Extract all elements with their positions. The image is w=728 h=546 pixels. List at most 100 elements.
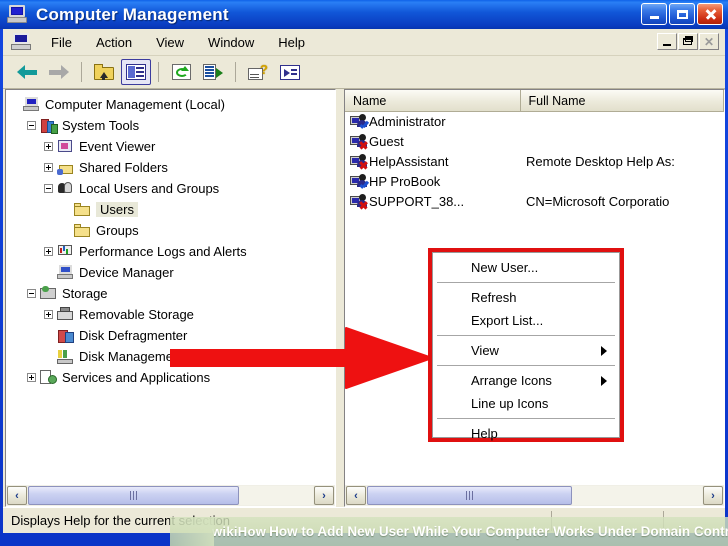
tree-horizontal-scrollbar[interactable]: ‹ › xyxy=(6,485,335,506)
tree-item-device-manager[interactable]: Device Manager xyxy=(10,262,335,283)
window-controls xyxy=(641,3,723,25)
tree-item-system-tools[interactable]: System Tools xyxy=(10,115,335,136)
tree-item-label: Disk Management xyxy=(79,349,184,364)
services-apps-icon xyxy=(40,370,57,385)
expand-icon[interactable] xyxy=(44,142,53,151)
console-tree[interactable]: Computer Management (Local) System Tools E… xyxy=(6,90,335,484)
tree-scroll-right-button[interactable]: › xyxy=(314,486,334,505)
user-disabled-icon xyxy=(350,193,367,209)
maximize-button[interactable] xyxy=(669,3,695,25)
disk-defrag-icon xyxy=(57,328,74,343)
export-list-button[interactable] xyxy=(198,59,228,85)
table-row[interactable]: SUPPORT_38... CN=Microsoft Corporatio xyxy=(345,191,724,211)
expand-icon[interactable] xyxy=(27,373,36,382)
tree-item-event-viewer[interactable]: Event Viewer xyxy=(10,136,335,157)
context-menu-item-line-up-icons[interactable]: Line up Icons xyxy=(433,392,619,415)
tree-item-shared-folders[interactable]: Shared Folders xyxy=(10,157,335,178)
close-button[interactable] xyxy=(697,3,723,25)
tree-item-users[interactable]: Users xyxy=(10,199,335,220)
menu-item-file[interactable]: File xyxy=(39,32,84,53)
collapse-icon[interactable] xyxy=(27,289,36,298)
context-menu-item-help[interactable]: Help xyxy=(433,422,619,445)
red-highlight-box: New User... Refresh Export List... View Arra… xyxy=(428,248,624,442)
list-scroll-track[interactable] xyxy=(367,486,702,505)
context-menu-item-view[interactable]: View xyxy=(433,339,619,362)
table-row[interactable]: HelpAssistant Remote Desktop Help As: xyxy=(345,151,724,171)
tree-item-label: Shared Folders xyxy=(79,160,168,175)
list-item-full-name: CN=Microsoft Corporatio xyxy=(526,193,670,209)
performance-logs-icon xyxy=(57,244,74,259)
context-menu-item-label: Refresh xyxy=(471,290,517,305)
export-list-icon xyxy=(203,64,223,80)
mdi-child-controls: ✕ xyxy=(657,33,719,50)
folder-icon xyxy=(74,202,91,217)
collapse-icon[interactable] xyxy=(44,184,53,193)
menu-item-view[interactable]: View xyxy=(144,32,196,53)
tree-item-performance-logs-and-alerts[interactable]: Performance Logs and Alerts xyxy=(10,241,335,262)
list-scroll-thumb[interactable] xyxy=(367,486,572,505)
context-menu-item-arrange-icons[interactable]: Arrange Icons xyxy=(433,369,619,392)
disabled-x-icon xyxy=(359,161,367,169)
expand-icon[interactable] xyxy=(44,163,53,172)
tree-item-groups[interactable]: Groups xyxy=(10,220,335,241)
tree-item-storage[interactable]: Storage xyxy=(10,283,335,304)
list-horizontal-scrollbar[interactable]: ‹ › xyxy=(345,485,724,506)
tree-scroll-track[interactable] xyxy=(28,486,313,505)
refresh-button[interactable] xyxy=(166,59,196,85)
tree-item-local-users-and-groups[interactable]: Local Users and Groups xyxy=(10,178,335,199)
tree-item-label: Storage xyxy=(62,286,108,301)
table-row[interactable]: Administrator xyxy=(345,111,724,131)
tree-scroll-thumb[interactable] xyxy=(28,486,239,505)
list-cell-name: Administrator xyxy=(350,113,526,129)
collapse-icon[interactable] xyxy=(27,121,36,130)
toolbar-separator xyxy=(158,62,159,82)
list-item-name: Guest xyxy=(369,133,404,149)
tree-item-computer-management-local[interactable]: Computer Management (Local) xyxy=(10,94,335,115)
storage-icon xyxy=(40,286,57,301)
tree-scroll-left-button[interactable]: ‹ xyxy=(7,486,27,505)
expand-icon[interactable] xyxy=(44,310,53,319)
mdi-close-button[interactable]: ✕ xyxy=(699,33,719,50)
watermark-title: How to Add New User While Your Computer … xyxy=(269,524,728,539)
maximize-icon xyxy=(676,9,688,19)
run-button[interactable] xyxy=(275,59,305,85)
context-menu-item-new-user[interactable]: New User... xyxy=(433,256,619,279)
help-button[interactable]: ? xyxy=(243,59,273,85)
table-row[interactable]: HP ProBook xyxy=(345,171,724,191)
menu-item-window[interactable]: Window xyxy=(196,32,266,53)
toolbar-separator xyxy=(81,62,82,82)
minimize-button[interactable] xyxy=(641,3,667,25)
context-menu[interactable]: New User... Refresh Export List... View Arra… xyxy=(432,252,620,441)
forward-button[interactable] xyxy=(44,59,74,85)
toolbar-separator xyxy=(235,62,236,82)
context-menu-item-export-list[interactable]: Export List... xyxy=(433,309,619,332)
back-button[interactable] xyxy=(12,59,42,85)
column-header-name[interactable]: Name xyxy=(345,90,521,111)
watermark-fade xyxy=(170,517,214,546)
context-menu-item-refresh[interactable]: Refresh xyxy=(433,286,619,309)
mdi-minimize-button[interactable] xyxy=(657,33,677,50)
list-scroll-right-button[interactable]: › xyxy=(703,486,723,505)
user-disabled-icon xyxy=(350,133,367,149)
list-cell-name: SUPPORT_38... xyxy=(350,193,526,209)
computer-icon xyxy=(7,4,29,25)
up-one-level-button[interactable] xyxy=(89,59,119,85)
context-menu-item-label: Export List... xyxy=(471,313,544,328)
list-cell-name: HelpAssistant xyxy=(350,153,526,169)
user-enabled-icon xyxy=(350,173,367,189)
column-header-full-name[interactable]: Full Name xyxy=(520,90,724,111)
table-row[interactable]: Guest xyxy=(345,131,724,151)
context-menu-item-label: Arrange Icons xyxy=(471,373,552,388)
list-scroll-left-button[interactable]: ‹ xyxy=(346,486,366,505)
context-menu-item-label: Help xyxy=(471,426,498,441)
context-menu-divider xyxy=(437,418,615,419)
expand-icon[interactable] xyxy=(44,247,53,256)
show-hide-console-tree-button[interactable] xyxy=(121,59,151,85)
title-bar: Computer Management xyxy=(0,0,728,29)
removable-storage-icon xyxy=(57,307,74,322)
mdi-restore-button[interactable] xyxy=(678,33,698,50)
menu-item-help[interactable]: Help xyxy=(266,32,317,53)
list-item-name: HelpAssistant xyxy=(369,153,449,169)
run-icon xyxy=(280,64,300,80)
menu-item-action[interactable]: Action xyxy=(84,32,144,53)
